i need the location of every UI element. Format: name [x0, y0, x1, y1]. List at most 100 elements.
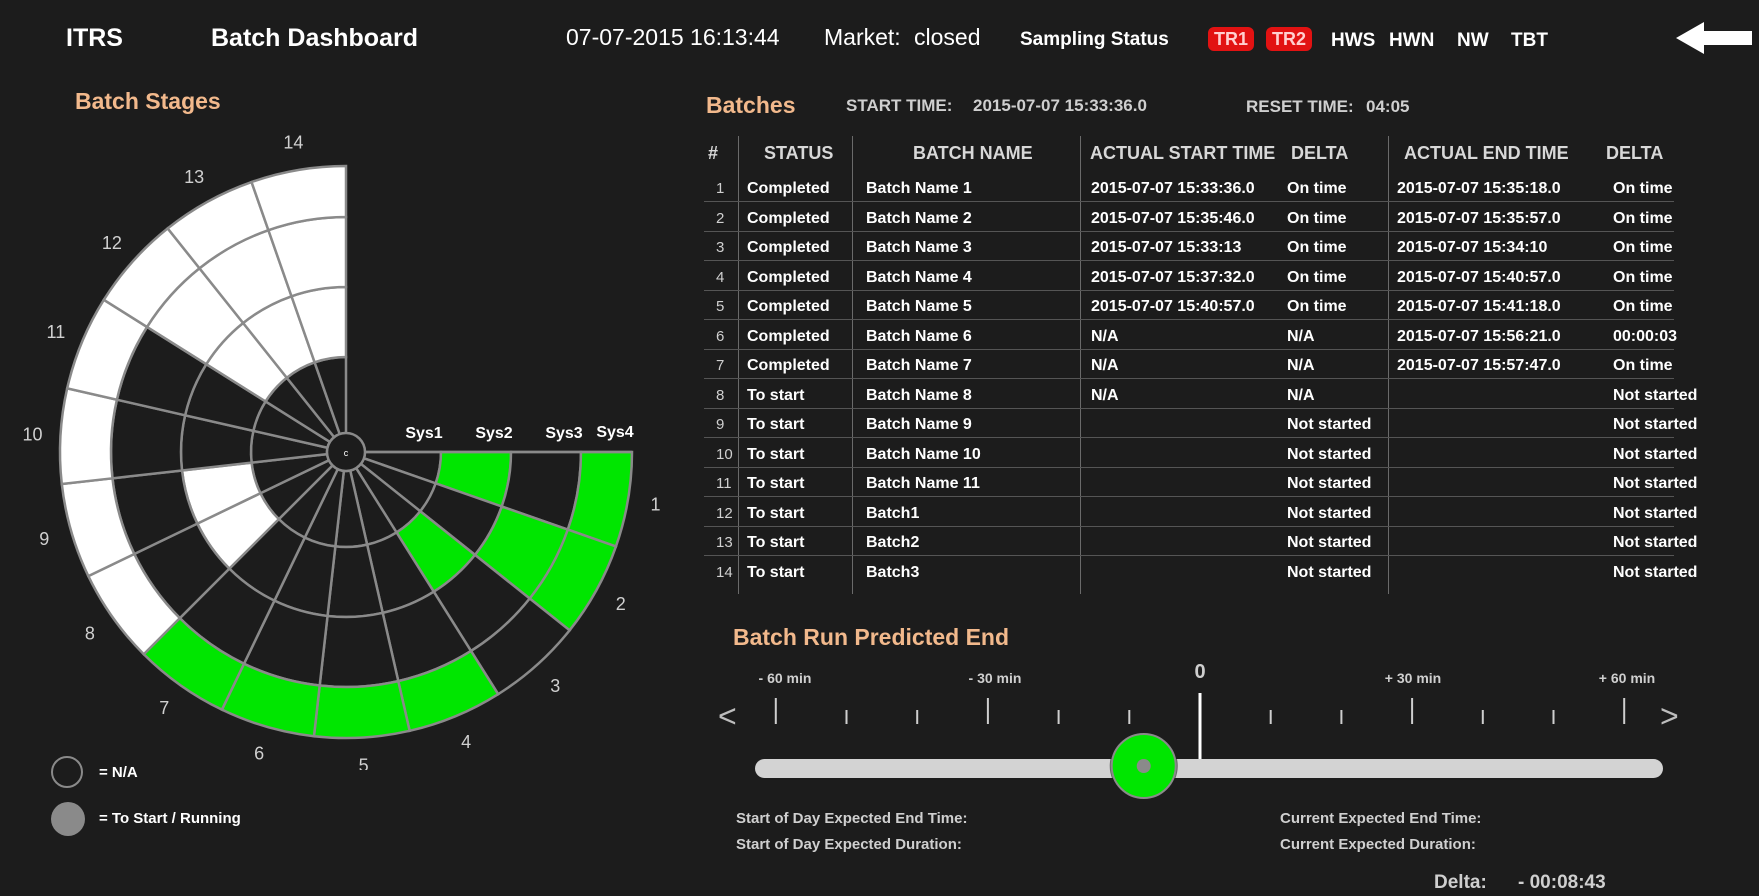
table-row[interactable]: 12 To start Batch1 Not started Not started [0, 500, 1700, 529]
current-duration-label: Current Expected Duration: [1280, 836, 1476, 853]
status-tbt[interactable]: TBT [1511, 30, 1548, 52]
row-batch-name: Batch Name 5 [866, 298, 972, 315]
reset-time-label: RESET TIME: [1246, 97, 1354, 116]
row-batch-name: Batch Name 1 [866, 180, 972, 197]
row-status: Completed [747, 239, 830, 256]
market-value: closed [914, 24, 981, 50]
row-start-delta: On time [1287, 268, 1347, 286]
row-divider [704, 230, 1674, 232]
sector-label-5: 5 [359, 756, 369, 770]
table-row[interactable]: 8 To start Batch Name 8 N/A N/A Not started [0, 382, 1700, 411]
table-row[interactable]: 1 Completed Batch Name 1 2015-07-07 15:33:3… [0, 175, 1700, 204]
row-end-delta: Not started [1613, 475, 1698, 492]
row-status: Completed [747, 357, 830, 374]
row-num: 10 [716, 445, 733, 463]
row-divider [704, 289, 1674, 291]
table-row[interactable]: 2 Completed Batch Name 2 2015-07-07 15:35:4… [0, 205, 1700, 234]
table-row[interactable]: 9 To start Batch Name 9 Not started Not star… [0, 411, 1700, 440]
sector-label-6: 6 [254, 744, 264, 764]
table-row[interactable]: 4 Completed Batch Name 4 2015-07-07 15:37:3… [0, 264, 1700, 293]
row-batch-name: Batch Name 2 [866, 209, 972, 227]
row-start-delta: On time [1287, 180, 1347, 197]
row-start-time: 2015-07-07 15:33:36.0 [1091, 180, 1255, 197]
row-batch-name: Batch Name 4 [866, 268, 972, 286]
status-nw[interactable]: NW [1457, 30, 1489, 52]
prediction-title: Batch Run Predicted End [733, 624, 1010, 650]
sector-label-3: 3 [550, 676, 560, 696]
row-start-delta: Not started [1287, 475, 1372, 492]
row-status: To start [747, 475, 805, 492]
sector-label-7: 7 [159, 698, 169, 718]
app-name: ITRS [66, 24, 123, 52]
prediction-slider[interactable] [740, 680, 1680, 810]
row-num: 1 [716, 180, 725, 197]
row-divider [704, 437, 1674, 438]
table-row[interactable]: 5 Completed Batch Name 5 2015-07-07 15:40:5… [0, 293, 1700, 322]
col-header-start-time[interactable]: ACTUAL START TIME [1090, 143, 1275, 164]
slider-track[interactable] [755, 759, 1663, 778]
table-row[interactable]: 10 To start Batch Name 10 Not started Not st… [0, 441, 1700, 470]
badge-tr1[interactable]: TR1 [1208, 27, 1255, 51]
row-start-delta: N/A [1287, 386, 1315, 404]
current-datetime: 07-07-2015 16:13:44 [566, 24, 780, 50]
start-day-end-label: Start of Day Expected End Time: [736, 810, 968, 827]
sampling-status-label: Sampling Status [1020, 29, 1169, 50]
table-row[interactable]: 3 Completed Batch Name 3 2015-07-07 15:33:1… [0, 234, 1700, 263]
row-status: To start [747, 563, 805, 581]
reset-time-value: 04:05 [1366, 97, 1410, 116]
row-start-delta: On time [1287, 239, 1347, 256]
col-header-end-time[interactable]: ACTUAL END TIME [1404, 143, 1569, 164]
stage-cell-5-sys4[interactable] [312, 679, 412, 740]
row-end-delta: 00:00:03 [1613, 327, 1678, 345]
legend-na-label: = N/A [99, 764, 138, 781]
row-batch-name: Batch2 [866, 534, 920, 551]
table-row[interactable]: 7 Completed Batch Name 7 N/A N/A 2015-07-07 1… [0, 352, 1700, 381]
badge-tr2[interactable]: TR2 [1266, 27, 1313, 51]
row-batch-name: Batch Name 6 [866, 327, 972, 345]
row-divider [704, 407, 1674, 409]
row-start-time: 2015-07-07 15:33:13 [1091, 239, 1242, 256]
row-divider [704, 466, 1674, 468]
row-status: Completed [747, 268, 830, 286]
market-label: Market: [824, 24, 901, 50]
row-end-delta: Not started [1613, 534, 1698, 551]
row-end-time: 2015-07-07 15:35:57.0 [1397, 209, 1561, 227]
col-header-status[interactable]: STATUS [764, 143, 833, 164]
table-row[interactable]: 11 To start Batch Name 11 Not started Not st… [0, 470, 1700, 499]
row-num: 2 [716, 209, 725, 227]
row-end-delta: Not started [1613, 445, 1698, 463]
row-status: Completed [747, 327, 830, 345]
row-start-delta: Not started [1287, 445, 1372, 463]
row-num: 5 [716, 298, 725, 315]
table-row[interactable]: 13 To start Batch2 Not started Not started [0, 529, 1700, 558]
row-end-delta: On time [1613, 209, 1673, 227]
row-divider [704, 201, 1674, 202]
row-status: To start [747, 504, 805, 522]
row-batch-name: Batch Name 10 [866, 445, 981, 463]
col-header-num: # [708, 143, 719, 163]
row-start-delta: N/A [1287, 327, 1315, 345]
row-num: 6 [716, 327, 725, 345]
row-end-time: 2015-07-07 15:40:57.0 [1397, 268, 1561, 286]
col-header-start-delta[interactable]: DELTA [1291, 143, 1348, 164]
back-arrow-icon[interactable] [1674, 20, 1754, 56]
row-batch-name: Batch Name 3 [866, 239, 972, 256]
row-num: 11 [716, 475, 732, 492]
status-hws[interactable]: HWS [1331, 30, 1375, 52]
scroll-left-button[interactable]: < [718, 698, 737, 735]
row-start-delta: Not started [1287, 416, 1372, 433]
row-status: Completed [747, 298, 830, 315]
col-header-batch-name[interactable]: BATCH NAME [913, 143, 1033, 164]
sector-label-4: 4 [461, 732, 471, 752]
slider-knob[interactable] [1109, 732, 1178, 800]
col-header-end-delta[interactable]: DELTA [1606, 143, 1663, 164]
current-end-label: Current Expected End Time: [1280, 810, 1482, 827]
row-batch-name: Batch Name 9 [866, 416, 972, 433]
row-num: 4 [716, 268, 725, 286]
status-hwn[interactable]: HWN [1389, 30, 1434, 52]
row-status: To start [747, 386, 805, 404]
row-num: 9 [716, 416, 725, 433]
table-row[interactable]: 14 To start Batch3 Not started Not started [0, 559, 1700, 588]
stage-cell-5-sys3[interactable] [318, 611, 400, 689]
table-row[interactable]: 6 Completed Batch Name 6 N/A N/A 2015-07-07 1… [0, 323, 1700, 352]
